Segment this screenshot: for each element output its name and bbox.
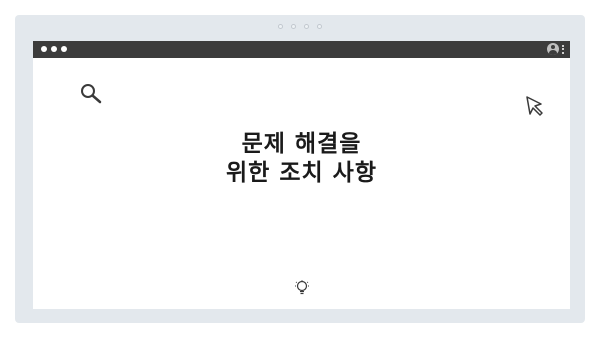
search-icon[interactable] — [79, 82, 105, 106]
cursor-icon — [526, 96, 543, 116]
frame-dot — [291, 24, 296, 29]
titlebar-actions — [547, 43, 564, 55]
close-window-button[interactable] — [41, 46, 47, 52]
minimize-window-button[interactable] — [51, 46, 57, 52]
window-controls — [41, 46, 67, 52]
kebab-menu-icon[interactable] — [562, 44, 564, 54]
lightbulb-icon — [295, 280, 309, 295]
frame-dot — [278, 24, 283, 29]
maximize-window-button[interactable] — [61, 46, 67, 52]
page-title: 문제 해결을 위한 조치 사항 — [33, 130, 570, 188]
frame-dot — [304, 24, 309, 29]
window-titlebar — [33, 41, 570, 58]
frame-dot — [317, 24, 322, 29]
frame-dots — [15, 24, 585, 29]
title-line-1: 문제 해결을 — [241, 131, 362, 157]
browser-window: 문제 해결을 위한 조치 사항 — [33, 41, 570, 309]
title-line-2: 위한 조치 사항 — [226, 160, 377, 186]
user-icon[interactable] — [547, 43, 559, 55]
page-content: 문제 해결을 위한 조치 사항 — [33, 58, 570, 309]
